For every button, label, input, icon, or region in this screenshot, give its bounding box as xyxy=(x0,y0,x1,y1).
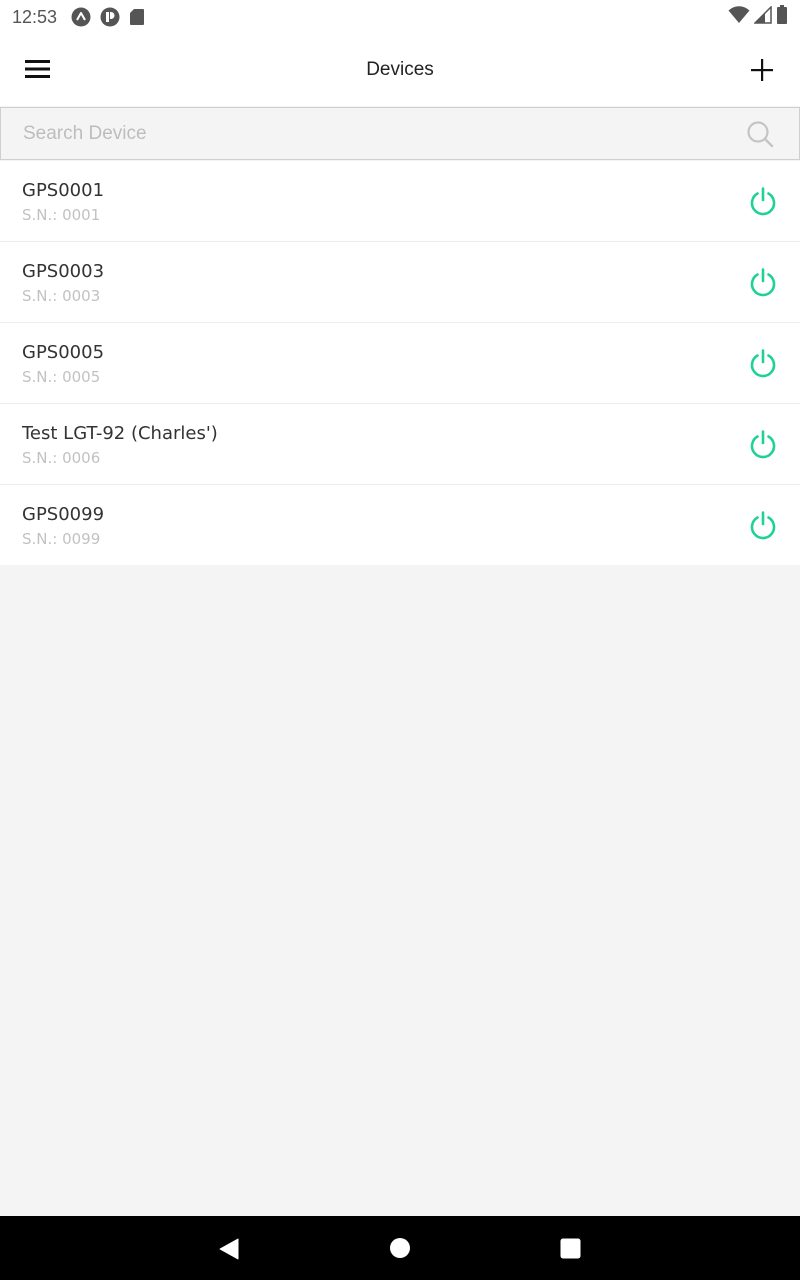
wifi-icon xyxy=(728,6,750,28)
device-serial: S.N.: 0003 xyxy=(22,287,101,305)
power-toggle-button[interactable] xyxy=(748,348,778,378)
power-icon xyxy=(750,187,776,216)
plus-icon xyxy=(751,59,773,81)
power-icon xyxy=(750,268,776,297)
page-title: Devices xyxy=(366,59,434,80)
status-time: 12:53 xyxy=(12,6,58,27)
device-name: GPS0003 xyxy=(22,261,105,282)
device-name: GPS0099 xyxy=(22,504,105,525)
power-toggle-button[interactable] xyxy=(748,510,778,540)
device-row[interactable]: Test LGT-92 (Charles') S.N.: 0006 xyxy=(0,404,800,485)
search-button[interactable] xyxy=(745,119,775,149)
nav-home-button[interactable] xyxy=(389,1237,411,1263)
nav-recents-button[interactable] xyxy=(560,1238,581,1263)
app-header: Devices xyxy=(0,34,800,106)
back-icon xyxy=(219,1238,239,1260)
device-name: GPS0005 xyxy=(22,342,105,363)
device-row[interactable]: GPS0001 S.N.: 0001 xyxy=(0,161,800,242)
power-toggle-button[interactable] xyxy=(748,186,778,216)
battery-icon xyxy=(776,5,788,29)
device-serial: S.N.: 0006 xyxy=(22,449,101,467)
system-nav-bar xyxy=(0,1216,800,1280)
power-toggle-button[interactable] xyxy=(748,267,778,297)
device-serial: S.N.: 0001 xyxy=(22,206,101,224)
search-bar xyxy=(0,107,800,160)
menu-button[interactable] xyxy=(22,56,54,82)
hamburger-menu-icon xyxy=(25,60,50,78)
nav-back-button[interactable] xyxy=(218,1238,240,1264)
device-name: Test LGT-92 (Charles') xyxy=(22,423,218,444)
device-serial: S.N.: 0099 xyxy=(22,530,101,548)
power-icon xyxy=(750,430,776,459)
home-icon xyxy=(390,1238,410,1258)
app-p-icon xyxy=(100,7,120,27)
status-bar: 12:53 xyxy=(0,0,800,34)
power-toggle-button[interactable] xyxy=(748,429,778,459)
search-icon xyxy=(747,120,774,147)
cellular-signal-icon xyxy=(753,5,772,28)
power-icon xyxy=(750,349,776,378)
sd-card-icon xyxy=(129,8,145,26)
add-device-button[interactable] xyxy=(746,54,778,86)
device-serial: S.N.: 0005 xyxy=(22,368,101,386)
search-input[interactable] xyxy=(1,108,745,159)
device-list: GPS0001 S.N.: 0001 GPS0003 S.N.: 0003 GP… xyxy=(0,161,800,565)
device-row[interactable]: GPS0005 S.N.: 0005 xyxy=(0,323,800,404)
device-row[interactable]: GPS0003 S.N.: 0003 xyxy=(0,242,800,323)
device-row[interactable]: GPS0099 S.N.: 0099 xyxy=(0,485,800,565)
recents-icon xyxy=(560,1238,581,1259)
app-a-icon xyxy=(71,7,91,27)
power-icon xyxy=(750,511,776,540)
device-name: GPS0001 xyxy=(22,180,105,201)
